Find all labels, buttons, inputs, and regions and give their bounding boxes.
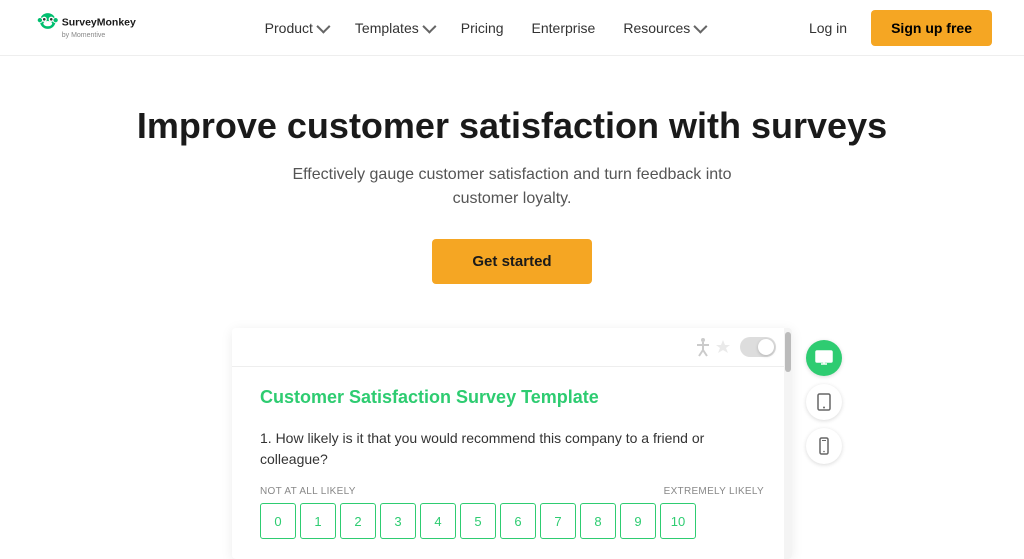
nav-pricing-label: Pricing xyxy=(461,20,504,36)
rating-box-3[interactable]: 3 xyxy=(380,503,416,539)
nav-resources-label: Resources xyxy=(623,20,690,36)
nav-item-enterprise[interactable]: Enterprise xyxy=(520,12,608,44)
preview-card: Customer Satisfaction Survey Template 1.… xyxy=(232,328,792,559)
hero-subtitle: Effectively gauge customer satisfaction … xyxy=(282,163,742,211)
nav-item-pricing[interactable]: Pricing xyxy=(449,12,516,44)
logo[interactable]: SurveyMonkey by Momentive xyxy=(32,10,172,46)
nav-enterprise-label: Enterprise xyxy=(532,20,596,36)
toggle-knob xyxy=(758,339,774,355)
rating-box-4[interactable]: 4 xyxy=(420,503,456,539)
nav-links: Product Templates Pricing Enterprise Res… xyxy=(253,12,717,44)
hero-title: Improve customer satisfaction with surve… xyxy=(20,104,1004,147)
rating-label-low: NOT AT ALL LIKELY xyxy=(260,486,356,497)
survey-question: 1. How likely is it that you would recom… xyxy=(260,428,764,470)
rating-box-5[interactable]: 5 xyxy=(460,503,496,539)
nav-product-label: Product xyxy=(265,20,313,36)
rating-box-0[interactable]: 0 xyxy=(260,503,296,539)
svg-text:SurveyMonkey: SurveyMonkey xyxy=(62,16,136,28)
rating-row: NOT AT ALL LIKELY EXTREMELY LIKELY 01234… xyxy=(260,486,764,539)
rating-box-1[interactable]: 1 xyxy=(300,503,336,539)
svg-text:by Momentive: by Momentive xyxy=(62,31,106,38)
preview-toolbar xyxy=(232,328,792,367)
rating-box-8[interactable]: 8 xyxy=(580,503,616,539)
preview-content: Customer Satisfaction Survey Template 1.… xyxy=(232,367,792,559)
hero-section: Improve customer satisfaction with surve… xyxy=(0,56,1024,308)
rating-box-2[interactable]: 2 xyxy=(340,503,376,539)
survey-title: Customer Satisfaction Survey Template xyxy=(260,387,764,408)
rating-labels: NOT AT ALL LIKELY EXTREMELY LIKELY xyxy=(260,486,764,497)
preview-wrapper: Customer Satisfaction Survey Template 1.… xyxy=(0,308,1024,559)
rating-label-high: EXTREMELY LIKELY xyxy=(664,486,764,497)
scrollbar[interactable] xyxy=(784,328,792,559)
rating-box-7[interactable]: 7 xyxy=(540,503,576,539)
navbar: SurveyMonkey by Momentive Product Templa… xyxy=(0,0,1024,56)
side-icons xyxy=(806,340,842,464)
rating-box-6[interactable]: 6 xyxy=(500,503,536,539)
tablet-view-button[interactable] xyxy=(806,384,842,420)
signup-button[interactable]: Sign up free xyxy=(871,10,992,46)
get-started-button[interactable]: Get started xyxy=(432,239,591,284)
nav-auth: Log in Sign up free xyxy=(797,10,992,46)
nav-item-templates[interactable]: Templates xyxy=(343,12,445,44)
nav-item-resources[interactable]: Resources xyxy=(611,12,716,44)
preview-outer: Customer Satisfaction Survey Template 1.… xyxy=(232,328,792,559)
toggle-switch[interactable] xyxy=(740,337,776,357)
accessibility-icon xyxy=(692,336,730,358)
mobile-view-button[interactable] xyxy=(806,428,842,464)
nav-item-product[interactable]: Product xyxy=(253,12,339,44)
scroll-thumb xyxy=(785,332,791,372)
chevron-down-icon xyxy=(422,19,436,33)
chevron-down-icon xyxy=(316,19,330,33)
rating-box-9[interactable]: 9 xyxy=(620,503,656,539)
desktop-view-button[interactable] xyxy=(806,340,842,376)
login-button[interactable]: Log in xyxy=(797,12,859,44)
nav-templates-label: Templates xyxy=(355,20,419,36)
rating-box-10[interactable]: 10 xyxy=(660,503,696,539)
chevron-down-icon xyxy=(694,19,708,33)
rating-boxes: 012345678910 xyxy=(260,503,764,539)
